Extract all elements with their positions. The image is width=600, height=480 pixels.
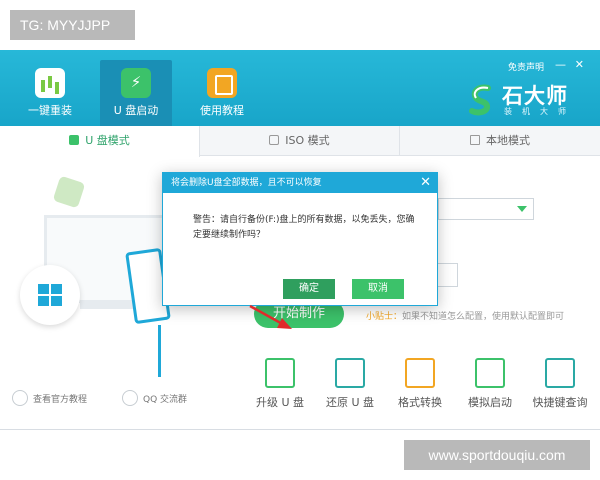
tutorial-icon xyxy=(12,390,28,406)
tip-title: 小贴士： xyxy=(366,312,403,322)
disc-icon xyxy=(269,135,280,145)
nav-label: 一键重装 xyxy=(28,104,72,117)
upgrade-usb-icon xyxy=(265,358,295,388)
nav-tutorial[interactable]: 使用教程 xyxy=(186,60,258,126)
tip-body: 如果不知道怎么配置，使用默认配置即可 xyxy=(402,312,565,322)
restore-usb-button[interactable]: 还原 U 盘 xyxy=(320,358,380,410)
app-header: 一键重装 U 盘启动 使用教程 免责声明 — ✕ 石大师 装机大师 xyxy=(0,50,600,126)
toolbox: 升级 U 盘 还原 U 盘 格式转换 模拟启动 快捷键查询 xyxy=(250,358,595,410)
tab-iso-mode[interactable]: ISO 模式 xyxy=(200,126,400,156)
minimize-icon[interactable]: — xyxy=(555,58,566,71)
close-icon[interactable]: ✕ xyxy=(420,173,431,193)
link-label: 查看官方教程 xyxy=(33,395,88,405)
official-tutorial-link[interactable]: 查看官方教程 xyxy=(12,390,87,406)
tool-label: 格式转换 xyxy=(398,396,442,409)
close-icon[interactable]: ✕ xyxy=(575,58,584,71)
simulate-boot-icon xyxy=(475,358,505,388)
tip-text: 小贴士：如果不知道怎么配置，使用默认配置即可 xyxy=(366,309,564,322)
upgrade-usb-button[interactable]: 升级 U 盘 xyxy=(250,358,310,410)
qq-group-link[interactable]: QQ 交流群 xyxy=(122,390,187,406)
tab-usb-mode[interactable]: U 盘模式 xyxy=(0,126,200,157)
chart-icon xyxy=(35,68,65,98)
qq-group-icon xyxy=(122,390,138,406)
site-watermark: www.sportdouqiu.com xyxy=(404,440,590,470)
nav-one-click-reinstall[interactable]: 一键重装 xyxy=(14,60,86,126)
format-convert-icon xyxy=(405,358,435,388)
dialog-title-bar: 将会删除U盘全部数据，且不可以恢复 ✕ xyxy=(163,173,437,193)
chevron-down-icon xyxy=(517,206,527,212)
usb-icon xyxy=(121,68,151,98)
format-convert-button[interactable]: 格式转换 xyxy=(390,358,450,410)
nav-label: 使用教程 xyxy=(200,104,244,117)
tab-label: 本地模式 xyxy=(486,134,530,147)
option-field[interactable] xyxy=(436,263,458,287)
tool-label: 模拟启动 xyxy=(468,396,512,409)
shortcut-query-icon xyxy=(545,358,575,388)
tool-label: 快捷键查询 xyxy=(532,396,588,409)
tool-label: 还原 U 盘 xyxy=(325,396,375,409)
nav-label: U 盘启动 xyxy=(113,104,159,117)
tab-label: U 盘模式 xyxy=(85,134,130,147)
monitor-icon xyxy=(470,135,480,145)
disclaimer-link[interactable]: 免责声明 xyxy=(508,60,544,73)
tab-label: ISO 模式 xyxy=(285,134,330,147)
book-icon xyxy=(207,68,237,98)
brand-subtitle: 装机大师 xyxy=(504,107,576,116)
badge-icon xyxy=(52,175,86,209)
confirm-button[interactable]: 确定 xyxy=(283,279,335,299)
windows-badge xyxy=(20,265,80,325)
tg-watermark: TG: MYYJJPP xyxy=(10,10,135,40)
mode-tabs: U 盘模式 ISO 模式 本地模式 xyxy=(0,126,600,157)
usb-cable xyxy=(158,325,161,377)
link-label: QQ 交流群 xyxy=(143,395,188,405)
brand-logo: 石大师 装机大师 xyxy=(468,80,580,120)
shidashi-logo-icon xyxy=(469,84,491,116)
restore-usb-icon xyxy=(335,358,365,388)
simulate-boot-button[interactable]: 模拟启动 xyxy=(460,358,520,410)
app-window: 一键重装 U 盘启动 使用教程 免责声明 — ✕ 石大师 装机大师 xyxy=(0,50,600,430)
tab-local-mode[interactable]: 本地模式 xyxy=(400,126,600,156)
red-arrow-icon xyxy=(249,304,292,329)
usb-icon xyxy=(69,135,80,145)
dialog-message: 警告：请自行备份(F:)盘上的所有数据，以免丢失，您确定要继续制作吗？ xyxy=(193,215,415,240)
screenshot: TG: MYYJJPP 一键重装 U 盘启动 使用教程 免责声明 — ✕ xyxy=(0,0,600,480)
windows-logo-icon xyxy=(38,284,62,306)
tool-label: 升级 U 盘 xyxy=(255,396,305,409)
confirm-dialog: 将会删除U盘全部数据，且不可以恢复 ✕ 警告：请自行备份(F:)盘上的所有数据，… xyxy=(162,172,438,306)
dialog-title: 将会删除U盘全部数据，且不可以恢复 xyxy=(171,178,322,188)
usb-device-select[interactable] xyxy=(438,198,534,220)
shortcut-query-button[interactable]: 快捷键查询 xyxy=(530,358,590,410)
cancel-button[interactable]: 取消 xyxy=(352,279,404,299)
nav-usb-boot[interactable]: U 盘启动 xyxy=(100,60,172,126)
